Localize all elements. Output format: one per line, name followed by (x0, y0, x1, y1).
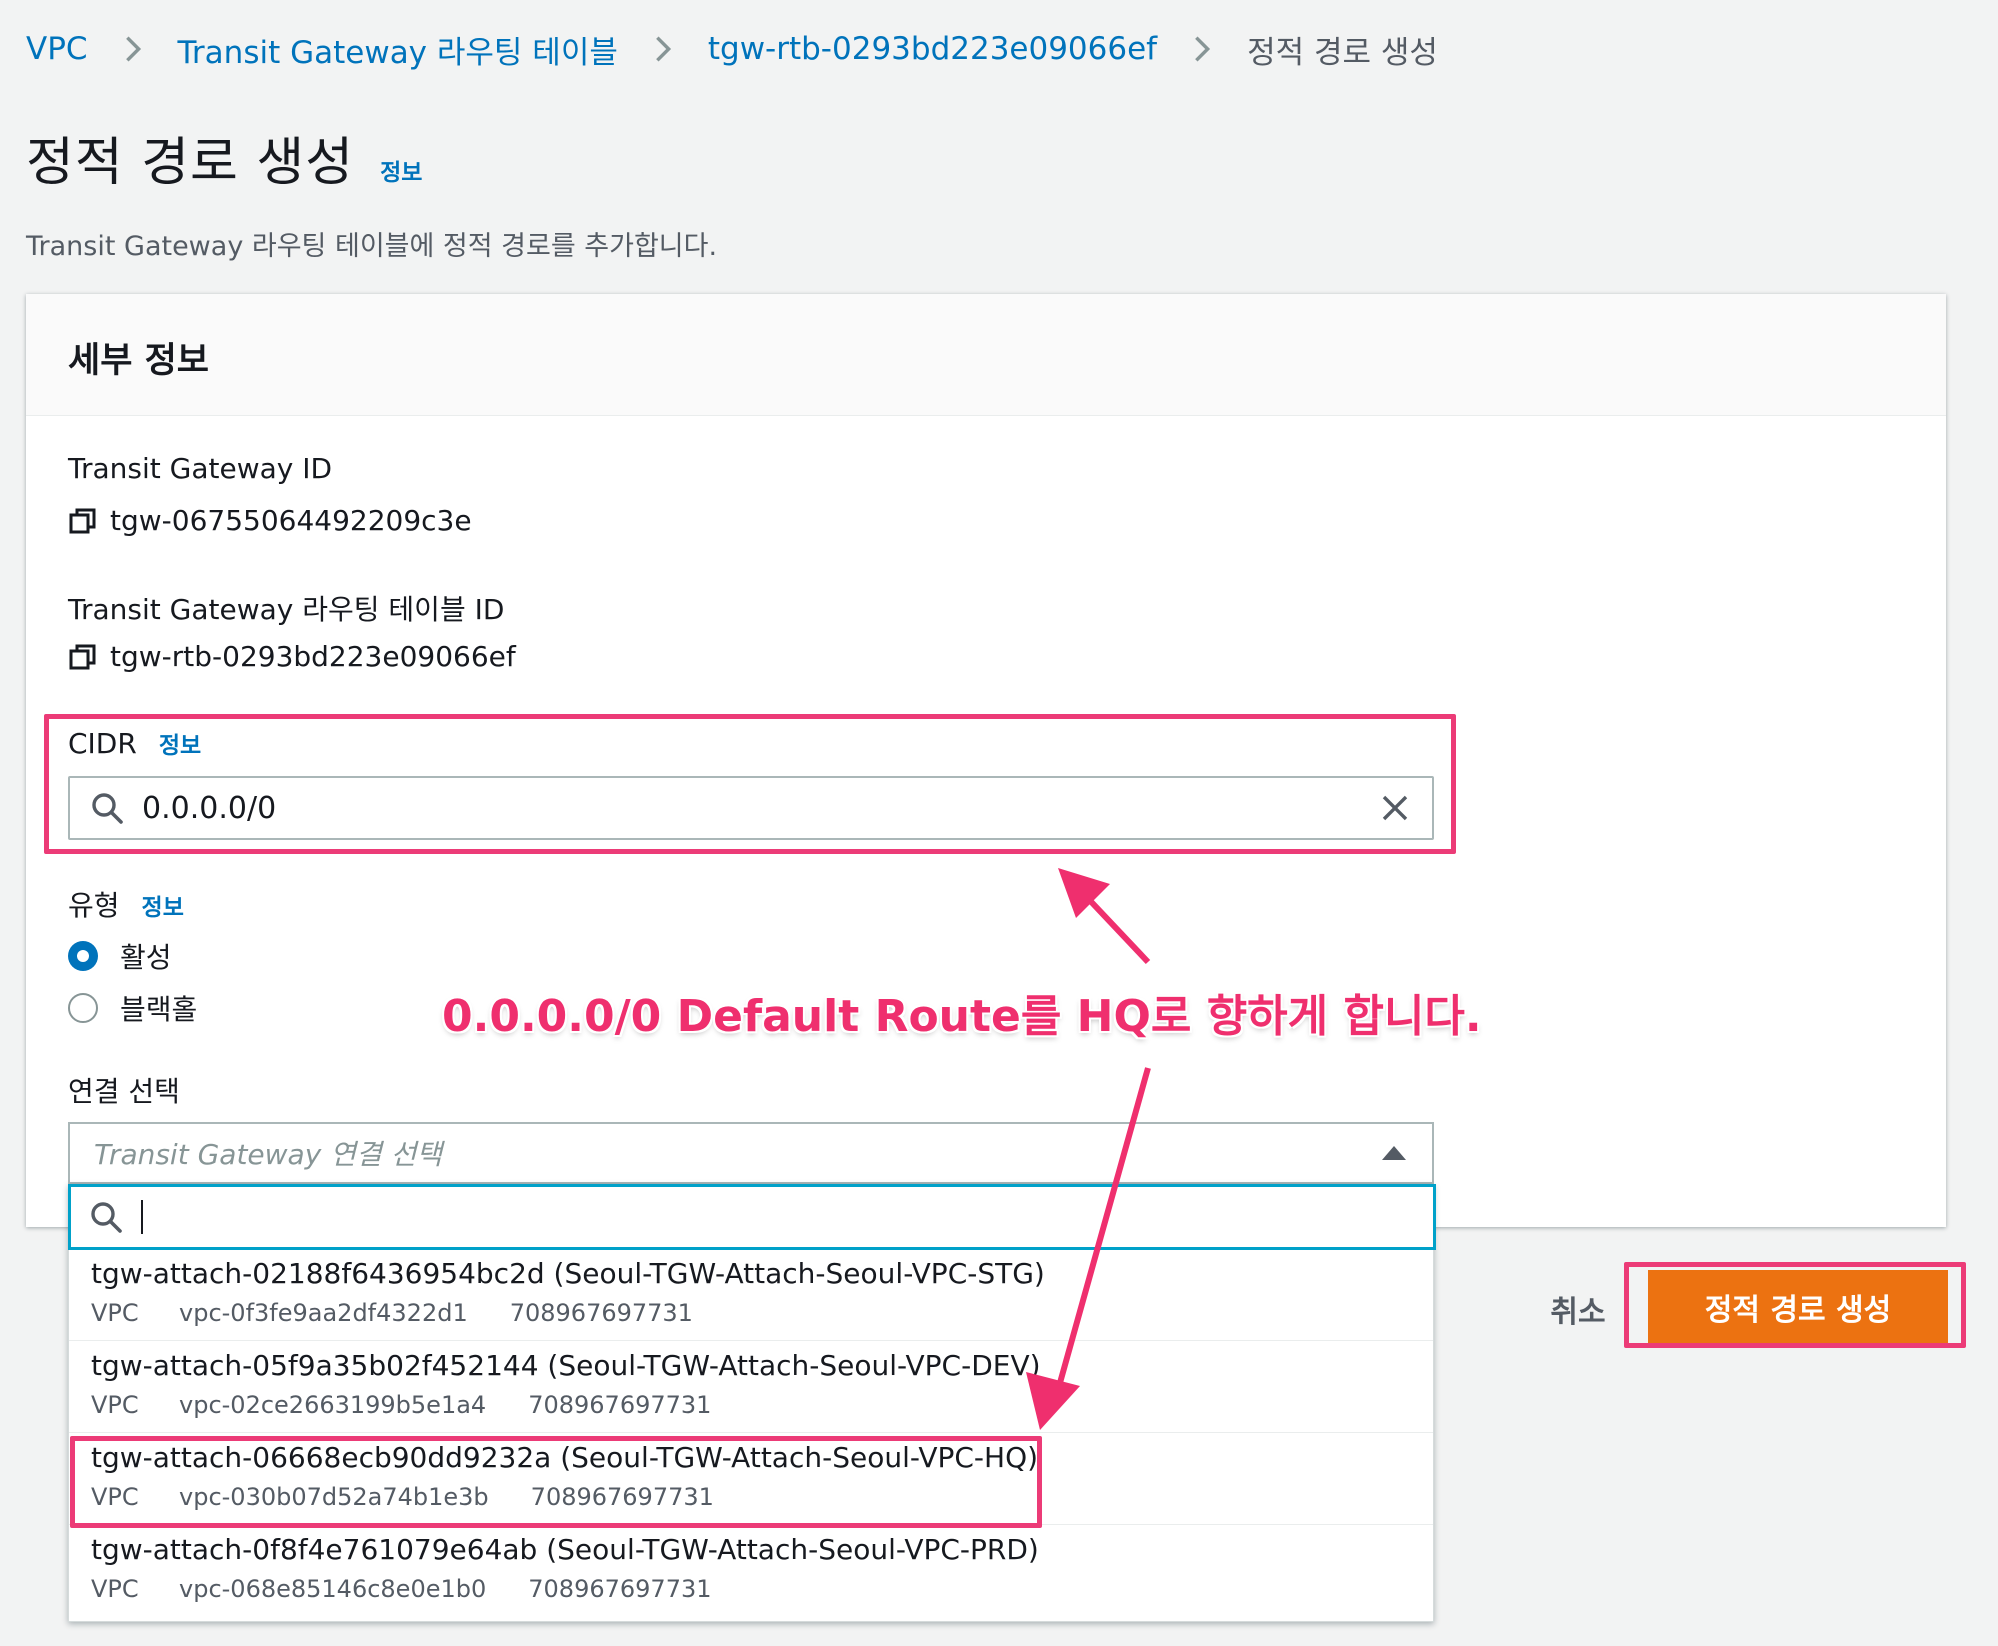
radio-blackhole[interactable]: 블랙홀 (68, 988, 197, 1028)
close-icon[interactable] (1378, 791, 1412, 825)
dropdown-option-hq[interactable]: tgw-attach-06668ecb90dd9232a (Seoul-TGW-… (69, 1433, 1433, 1525)
attachment-select[interactable]: Transit Gateway 연결 선택 (68, 1122, 1434, 1184)
panel-header: 세부 정보 (26, 294, 1946, 416)
cidr-label-row: CIDR 정보 (68, 726, 201, 760)
option-details: VPC vpc-030b07d52a74b1e3b 708967697731 (91, 1483, 714, 1511)
option-type: VPC (91, 1299, 139, 1327)
type-label-row: 유형 정보 (68, 884, 184, 924)
route-table-id-value: tgw-rtb-0293bd223e09066ef (110, 640, 516, 673)
option-resource: vpc-0f3fe9aa2df4322d1 (179, 1299, 468, 1327)
radio-active[interactable]: 활성 (68, 936, 172, 976)
dropdown-search-input[interactable] (68, 1184, 1436, 1250)
dropdown-option-prd[interactable]: tgw-attach-0f8f4e761079e64ab (Seoul-TGW-… (69, 1525, 1433, 1617)
search-icon (90, 791, 124, 825)
cancel-button[interactable]: 취소 (1536, 1284, 1620, 1334)
cidr-input[interactable]: 0.0.0.0/0 (68, 776, 1434, 840)
caret-up-icon (1382, 1146, 1406, 1160)
cidr-info-link[interactable]: 정보 (159, 726, 201, 760)
option-name: tgw-attach-06668ecb90dd9232a (Seoul-TGW-… (91, 1441, 1039, 1474)
page-info-link[interactable]: 정보 (380, 153, 422, 187)
page-title: 정적 경로 생성 (26, 133, 355, 193)
radio-blackhole-control[interactable] (68, 993, 98, 1023)
option-name: tgw-attach-02188f6436954bc2d (Seoul-TGW-… (91, 1257, 1045, 1290)
page-root: VPC Transit Gateway 라우팅 테이블 tgw-rtb-0293… (0, 0, 1998, 1646)
search-icon (89, 1200, 123, 1234)
option-account: 708967697731 (528, 1575, 712, 1603)
tgw-id-value-row: tgw-06755064492209c3e (68, 504, 472, 537)
option-details: VPC vpc-02ce2663199b5e1a4 708967697731 (91, 1391, 711, 1419)
cidr-value[interactable]: 0.0.0.0/0 (142, 791, 1378, 826)
dropdown-option-stg[interactable]: tgw-attach-02188f6436954bc2d (Seoul-TGW-… (69, 1249, 1433, 1341)
option-resource: vpc-030b07d52a74b1e3b (179, 1483, 489, 1511)
annotation-text: 0.0.0.0/0 Default Route를 HQ로 향하게 합니다. (442, 991, 1482, 1042)
route-table-id-value-row: tgw-rtb-0293bd223e09066ef (68, 640, 516, 673)
radio-active-control[interactable] (68, 941, 98, 971)
option-details: VPC vpc-068e85146c8e0e1b0 708967697731 (91, 1575, 712, 1603)
chevron-right-icon (116, 32, 150, 66)
attachment-dropdown: tgw-attach-02188f6436954bc2d (Seoul-TGW-… (68, 1184, 1436, 1622)
page-description: Transit Gateway 라우팅 테이블에 정적 경로를 추가합니다. (26, 231, 718, 262)
option-account: 708967697731 (530, 1483, 714, 1511)
tgw-id-label: Transit Gateway ID (68, 452, 333, 485)
option-type: VPC (91, 1391, 139, 1419)
option-name: tgw-attach-0f8f4e761079e64ab (Seoul-TGW-… (91, 1533, 1039, 1566)
option-type: VPC (91, 1575, 139, 1603)
radio-blackhole-label: 블랙홀 (120, 993, 198, 1026)
tgw-id-value: tgw-06755064492209c3e (110, 504, 472, 537)
option-account: 708967697731 (509, 1299, 693, 1327)
page-header: 정적 경로 생성 정보 (26, 120, 422, 195)
type-info-link[interactable]: 정보 (142, 888, 184, 922)
option-account: 708967697731 (528, 1391, 712, 1419)
radio-active-label: 활성 (120, 941, 172, 974)
attachment-select-placeholder: Transit Gateway 연결 선택 (94, 1138, 443, 1171)
type-label: 유형 (68, 889, 120, 922)
option-details: VPC vpc-0f3fe9aa2df4322d1 708967697731 (91, 1299, 693, 1327)
details-panel: 세부 정보 Transit Gateway ID tgw-06755064492… (26, 294, 1946, 1227)
text-cursor (141, 1200, 143, 1234)
copy-icon[interactable] (68, 642, 98, 672)
copy-icon[interactable] (68, 506, 98, 536)
option-resource: vpc-068e85146c8e0e1b0 (179, 1575, 487, 1603)
route-table-id-label: Transit Gateway 라우팅 테이블 ID (68, 593, 505, 626)
attachment-label: 연결 선택 (68, 1075, 180, 1108)
breadcrumb: VPC Transit Gateway 라우팅 테이블 tgw-rtb-0293… (26, 24, 1438, 74)
breadcrumb-link-route-tables[interactable]: Transit Gateway 라우팅 테이블 (178, 27, 618, 72)
cidr-label: CIDR (68, 727, 137, 760)
option-name: tgw-attach-05f9a35b02f452144 (Seoul-TGW-… (91, 1349, 1041, 1382)
create-static-route-button[interactable]: 정적 경로 생성 (1648, 1270, 1948, 1344)
panel-title: 세부 정보 (68, 341, 209, 381)
breadcrumb-link-route-table-id[interactable]: tgw-rtb-0293bd223e09066ef (708, 31, 1157, 67)
breadcrumb-link-vpc[interactable]: VPC (26, 31, 88, 67)
option-type: VPC (91, 1483, 139, 1511)
chevron-right-icon (646, 32, 680, 66)
breadcrumb-current: 정적 경로 생성 (1247, 34, 1438, 71)
chevron-right-icon (1185, 32, 1219, 66)
option-resource: vpc-02ce2663199b5e1a4 (179, 1391, 487, 1419)
dropdown-option-dev[interactable]: tgw-attach-05f9a35b02f452144 (Seoul-TGW-… (69, 1341, 1433, 1433)
